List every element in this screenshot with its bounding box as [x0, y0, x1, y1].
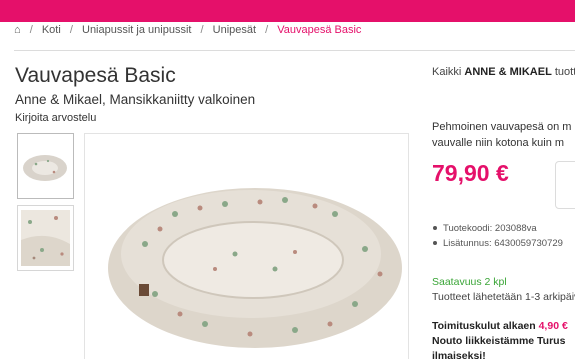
product-subtitle: Anne & Mikael, Mansikkaniitty valkoinen — [15, 92, 256, 107]
product-meta: Tuotekoodi: 203088va Lisätunnus: 6430059… — [433, 221, 563, 251]
quantity-stepper[interactable] — [555, 161, 575, 209]
product-title: Vauvapesä Basic — [15, 64, 176, 87]
free-line: ilmaiseksi! — [432, 350, 486, 362]
description-line: Pehmoinen vauvapesä on m — [432, 121, 572, 133]
product-code: Tuotekoodi: 203088va — [433, 221, 563, 236]
product-code-text: Tuotekoodi: 203088va — [443, 223, 537, 234]
write-review-link[interactable]: Kirjoita arvostelu — [15, 112, 96, 124]
shipping-cost-value: 4,90 € — [538, 320, 568, 332]
breadcrumb-separator: / — [69, 24, 73, 36]
bullet-icon — [433, 241, 437, 246]
shipping-note: Tuotteet lähetetään 1-3 arkipäivässä — [432, 291, 575, 303]
product-description: Pehmoinen vauvapesä on m vauvalle niin k… — [432, 119, 571, 151]
top-bar — [0, 0, 575, 22]
home-icon[interactable]: ⌂ — [14, 24, 21, 36]
breadcrumb: ⌂ / Koti / Uniapussit ja unipussit / Uni… — [14, 24, 367, 36]
stock-status: Saatavuus 2 kpl — [432, 276, 507, 288]
breadcrumb-item-category[interactable]: Uniapussit ja unipussit — [82, 24, 191, 36]
brand-name: ANNE & MIKAEL — [464, 66, 552, 78]
breadcrumb-separator: / — [200, 24, 204, 36]
brand-prefix: Kaikki — [432, 66, 462, 78]
brand-products-link[interactable]: Kaikki ANNE & MIKAEL tuotteet — [432, 66, 575, 78]
breadcrumb-current: Vauvapesä Basic — [277, 24, 362, 36]
pickup-line: Nouto liikkeistämme Turus — [432, 335, 566, 347]
shipping-cost-prefix: Toimituskulut alkaen — [432, 320, 536, 332]
shipping-cost-line: Toimituskulut alkaen 4,90 € — [432, 319, 568, 334]
breadcrumb-separator: / — [265, 24, 269, 36]
main-product-image[interactable] — [84, 133, 409, 359]
product-price: 79,90 € — [432, 160, 509, 186]
thumbnail-2[interactable] — [17, 205, 74, 271]
divider — [14, 50, 575, 51]
nest-thumbnail-image — [23, 155, 67, 181]
breadcrumb-item-subcategory[interactable]: Unipesät — [213, 24, 256, 36]
bullet-icon — [433, 226, 437, 231]
extra-code-text: Lisätunnus: 6430059730729 — [443, 238, 563, 249]
baby-nest-image — [108, 188, 402, 348]
description-line: vauvalle niin kotona kuin m — [432, 137, 565, 149]
breadcrumb-item-home[interactable]: Koti — [42, 24, 61, 36]
brand-suffix: tuotteet — [554, 66, 575, 78]
shipping-cost: Toimituskulut alkaen 4,90 € Nouto liikke… — [432, 319, 568, 364]
fabric-thumbnail-image — [21, 210, 70, 266]
extra-code: Lisätunnus: 6430059730729 — [433, 236, 563, 251]
thumbnail-1[interactable] — [17, 133, 74, 199]
breadcrumb-separator: / — [29, 24, 33, 36]
